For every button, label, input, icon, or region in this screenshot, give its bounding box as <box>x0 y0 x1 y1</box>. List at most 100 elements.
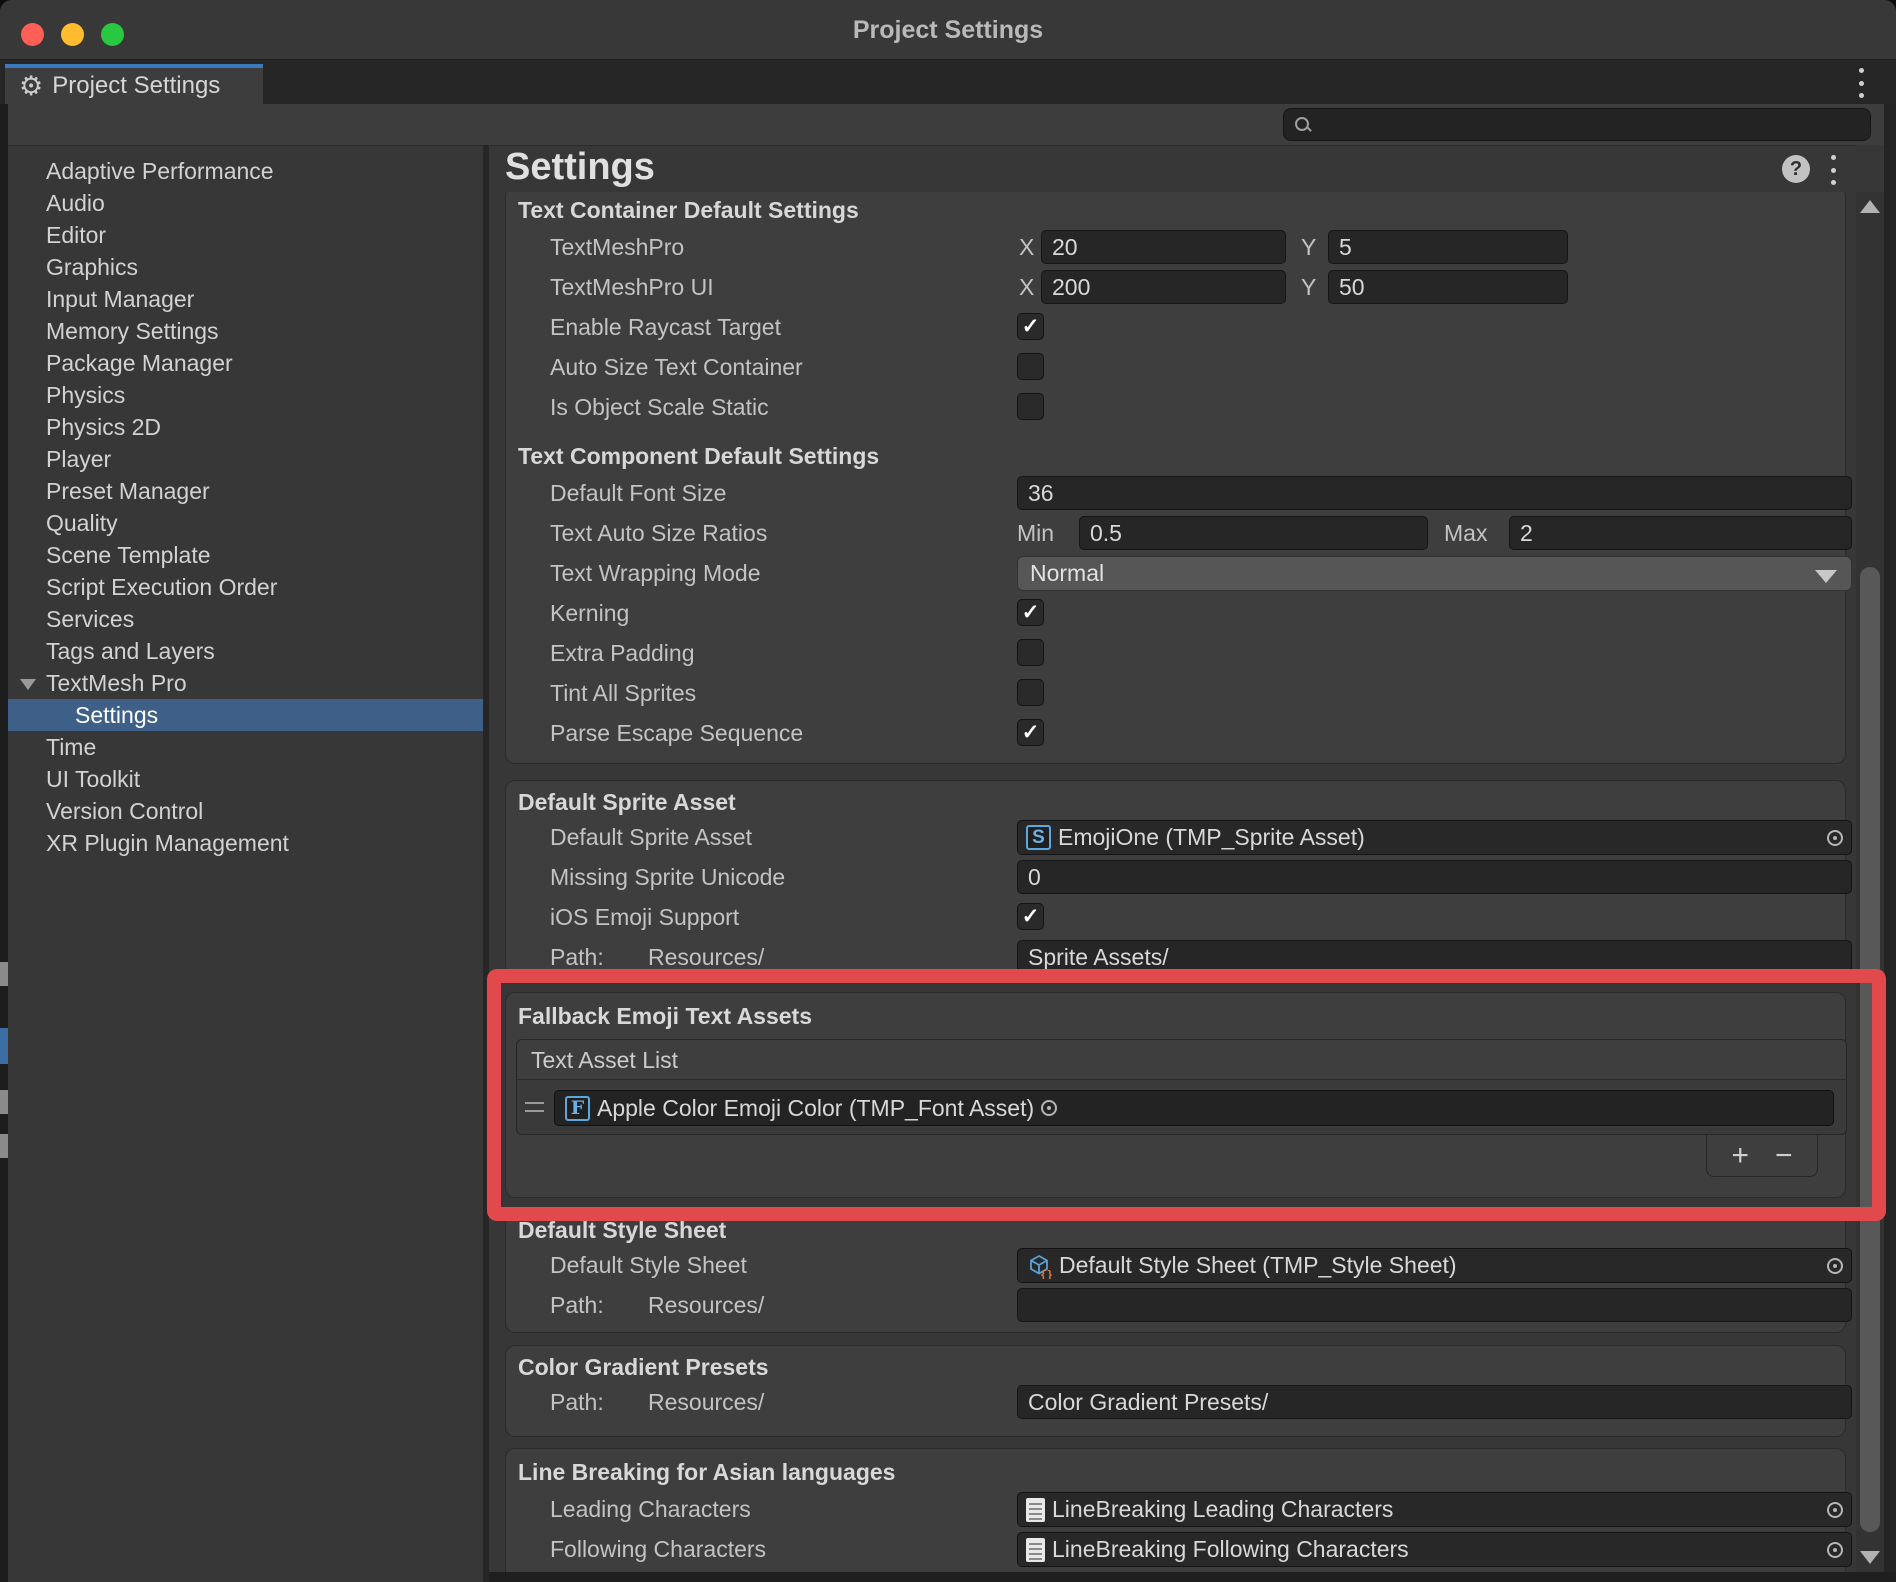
search-box[interactable] <box>1283 108 1871 141</box>
scrollbar-thumb[interactable] <box>1860 567 1880 1532</box>
leading-characters-object-field[interactable]: LineBreaking Leading Characters <box>1017 1492 1852 1527</box>
sidebar-item-player[interactable]: Player <box>8 443 483 475</box>
default-style-sheet-object-field[interactable]: {} Default Style Sheet (TMP_Style Sheet) <box>1017 1248 1852 1283</box>
object-picker-icon[interactable] <box>1827 830 1843 846</box>
field-row-style-sheet-path: Path: Resources/ <box>506 1285 1845 1325</box>
object-picker-icon[interactable] <box>1041 1100 1057 1116</box>
scroll-up-arrow-icon[interactable] <box>1860 200 1880 213</box>
tabbar-menu-kebab-icon[interactable] <box>1858 68 1864 98</box>
gradient-path-input[interactable] <box>1017 1385 1852 1419</box>
min-label: Min <box>1017 513 1054 553</box>
settings-sidebar: Adaptive Performance Audio Editor Graphi… <box>8 145 483 1582</box>
field-label: Default Style Sheet <box>550 1245 747 1285</box>
sidebar-item-editor[interactable]: Editor <box>8 219 483 251</box>
object-field-value: LineBreaking Leading Characters <box>1052 1496 1820 1523</box>
field-row-auto-size-text-container: Auto Size Text Container <box>506 347 1845 387</box>
sidebar-item-ui-toolkit[interactable]: UI Toolkit <box>8 763 483 795</box>
field-label: Leading Characters <box>550 1489 751 1529</box>
settings-search-input[interactable] <box>1312 112 1870 138</box>
textmeshpro-ui-y-input[interactable] <box>1328 270 1568 304</box>
object-field-value: Default Style Sheet (TMP_Style Sheet) <box>1059 1252 1820 1279</box>
auto-size-text-container-checkbox[interactable] <box>1017 353 1044 380</box>
textmeshpro-ui-x-input[interactable] <box>1041 270 1286 304</box>
style-sheet-path-input[interactable] <box>1017 1288 1852 1322</box>
remove-item-button[interactable]: − <box>1775 1141 1793 1171</box>
path-prefix-label: Resources/ <box>648 1382 764 1422</box>
sidebar-item-adaptive-performance[interactable]: Adaptive Performance <box>8 155 483 187</box>
object-picker-icon[interactable] <box>1827 1542 1843 1558</box>
project-settings-window: Project Settings ⚙ Project Settings Adap… <box>0 0 1896 1582</box>
chevron-down-icon[interactable] <box>20 679 36 690</box>
sidebar-item-settings[interactable]: Settings <box>8 699 483 731</box>
field-row-missing-sprite-unicode: Missing Sprite Unicode <box>506 857 1845 897</box>
is-object-scale-static-checkbox[interactable] <box>1017 393 1044 420</box>
tab-project-settings[interactable]: ⚙ Project Settings <box>5 64 263 104</box>
sidebar-item-script-execution-order[interactable]: Script Execution Order <box>8 571 483 603</box>
field-row-sprite-path: Path: Resources/ <box>506 937 1845 977</box>
sidebar-item-preset-manager[interactable]: Preset Manager <box>8 475 483 507</box>
sidebar-item-quality[interactable]: Quality <box>8 507 483 539</box>
axis-x-label: X <box>1019 227 1034 267</box>
textmeshpro-y-input[interactable] <box>1328 230 1568 264</box>
list-item[interactable]: F Apple Color Emoji Color (TMP_Font Asse… <box>517 1080 1846 1135</box>
section-default-sprite-asset: Default Sprite Asset Default Sprite Asse… <box>505 780 1846 976</box>
missing-sprite-unicode-input[interactable] <box>1017 860 1852 894</box>
ios-emoji-support-checkbox[interactable]: ✓ <box>1017 903 1044 930</box>
default-font-size-input[interactable] <box>1017 476 1852 510</box>
default-sprite-asset-object-field[interactable]: S EmojiOne (TMP_Sprite Asset) <box>1017 820 1852 855</box>
help-icon[interactable]: ? <box>1782 155 1810 183</box>
fallback-font-asset-object-field[interactable]: F Apple Color Emoji Color (TMP_Font Asse… <box>554 1090 1834 1126</box>
field-row-is-object-scale-static: Is Object Scale Static <box>506 387 1845 427</box>
parse-escape-sequence-checkbox[interactable]: ✓ <box>1017 719 1044 746</box>
panel-menu-kebab-icon[interactable] <box>1830 155 1836 185</box>
sidebar-item-memory-settings[interactable]: Memory Settings <box>8 315 483 347</box>
sidebar-item-input-manager[interactable]: Input Manager <box>8 283 483 315</box>
field-row-leading-characters: Leading Characters LineBreaking Leading … <box>506 1489 1845 1529</box>
object-field-value: Apple Color Emoji Color (TMP_Font Asset) <box>597 1095 1034 1122</box>
textmeshpro-x-input[interactable] <box>1041 230 1286 264</box>
field-label: Is Object Scale Static <box>550 387 769 427</box>
section-line-breaking: Line Breaking for Asian languages Leadin… <box>505 1448 1846 1572</box>
sidebar-item-audio[interactable]: Audio <box>8 187 483 219</box>
sidebar-item-physics[interactable]: Physics <box>8 379 483 411</box>
following-characters-object-field[interactable]: LineBreaking Following Characters <box>1017 1532 1852 1567</box>
chevron-down-icon <box>1815 570 1837 583</box>
sidebar-item-scene-template[interactable]: Scene Template <box>8 539 483 571</box>
panel-header: Settings ? <box>489 145 1856 192</box>
scriptable-object-icon: {} <box>1026 1253 1052 1279</box>
field-row-extra-padding: Extra Padding <box>506 633 1845 673</box>
object-field-value: LineBreaking Following Characters <box>1052 1536 1820 1563</box>
text-wrapping-mode-dropdown[interactable]: Normal <box>1017 556 1852 591</box>
sidebar-item-graphics[interactable]: Graphics <box>8 251 483 283</box>
titlebar: Project Settings <box>0 0 1896 60</box>
path-prefix-label: Resources/ <box>648 1285 764 1325</box>
sidebar-item-services[interactable]: Services <box>8 603 483 635</box>
sidebar-item-tags-and-layers[interactable]: Tags and Layers <box>8 635 483 667</box>
vertical-scrollbar[interactable] <box>1856 192 1884 1572</box>
kerning-checkbox[interactable]: ✓ <box>1017 599 1044 626</box>
sidebar-item-xr-plugin-management[interactable]: XR Plugin Management <box>8 827 483 859</box>
scroll-down-arrow-icon[interactable] <box>1860 1551 1880 1564</box>
drag-handle-icon[interactable] <box>525 1102 544 1112</box>
auto-size-max-input[interactable] <box>1509 516 1852 550</box>
field-label: Kerning <box>550 593 629 633</box>
sprite-path-input[interactable] <box>1017 940 1852 974</box>
field-row-default-style-sheet: Default Style Sheet {} Default Style She… <box>506 1245 1845 1285</box>
sidebar-item-version-control[interactable]: Version Control <box>8 795 483 827</box>
section-header: Text Container Default Settings <box>506 193 1845 227</box>
section-header: Default Sprite Asset <box>506 787 1845 817</box>
object-picker-icon[interactable] <box>1827 1502 1843 1518</box>
sidebar-item-time[interactable]: Time <box>8 731 483 763</box>
extra-padding-checkbox[interactable] <box>1017 639 1044 666</box>
sidebar-item-textmesh-pro[interactable]: TextMesh Pro <box>8 667 483 699</box>
text-asset-icon <box>1026 1538 1045 1562</box>
field-label: Auto Size Text Container <box>550 347 803 387</box>
tint-all-sprites-checkbox[interactable] <box>1017 679 1044 706</box>
sidebar-item-physics-2d[interactable]: Physics 2D <box>8 411 483 443</box>
enable-raycast-target-checkbox[interactable]: ✓ <box>1017 313 1044 340</box>
sidebar-item-package-manager[interactable]: Package Manager <box>8 347 483 379</box>
object-picker-icon[interactable] <box>1827 1258 1843 1274</box>
section-fallback-emoji-text-assets: Fallback Emoji Text Assets Text Asset Li… <box>505 992 1846 1198</box>
add-item-button[interactable]: + <box>1731 1141 1749 1171</box>
auto-size-min-input[interactable] <box>1079 516 1428 550</box>
